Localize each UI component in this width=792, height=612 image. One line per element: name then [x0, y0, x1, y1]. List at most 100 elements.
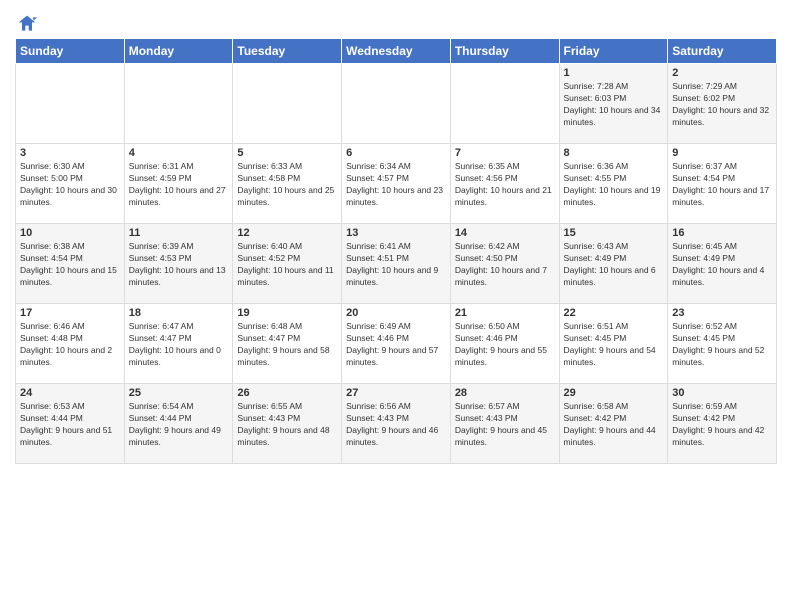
calendar-cell: 21Sunrise: 6:50 AM Sunset: 4:46 PM Dayli…: [450, 304, 559, 384]
logo-icon: [17, 14, 37, 34]
calendar-cell: 22 Sunrise: 6:51 AM Sunset: 4:45 PM Dayli…: [559, 304, 668, 384]
day-number: 1: [564, 67, 664, 79]
day-info: Sunrise: 6:49 AM Sunset: 4:46 PM Dayligh…: [346, 321, 446, 369]
calendar-cell: 13 Sunrise: 6:41 AM Sunset: 4:51 PM Dayli…: [342, 224, 451, 304]
calendar-cell: 10Sunrise: 6:38 AM Sunset: 4:54 PM Dayli…: [16, 224, 125, 304]
calendar-cell: 9Sunrise: 6:37 AM Sunset: 4:54 PM Daylig…: [668, 144, 777, 224]
day-number: 7: [455, 147, 555, 159]
header: [15, 10, 777, 34]
day-number: 18: [129, 307, 229, 319]
calendar-week-row: 24 Sunrise: 6:53 AM Sunset: 4:44 PM Dayli…: [16, 384, 777, 464]
day-info: Sunrise: 6:58 AM Sunset: 4:42 PM Dayligh…: [564, 401, 664, 449]
calendar-cell: 30 Sunrise: 6:59 AM Sunset: 4:42 PM Dayli…: [668, 384, 777, 464]
day-info: Sunrise: 7:28 AM Sunset: 6:03 PM Dayligh…: [564, 81, 664, 129]
calendar-week-row: 3 Sunrise: 6:30 AM Sunset: 5:00 PM Daylig…: [16, 144, 777, 224]
day-number: 16: [672, 227, 772, 239]
calendar-cell: 29 Sunrise: 6:58 AM Sunset: 4:42 PM Dayli…: [559, 384, 668, 464]
calendar-cell: 16 Sunrise: 6:45 AM Sunset: 4:49 PM Dayli…: [668, 224, 777, 304]
day-number: 25: [129, 387, 229, 399]
calendar-week-row: 17 Sunrise: 6:46 AM Sunset: 4:48 PM Dayli…: [16, 304, 777, 384]
logo: [15, 14, 37, 34]
weekday-header-cell: Sunday: [16, 39, 125, 64]
calendar-week-row: 1 Sunrise: 7:28 AM Sunset: 6:03 PM Daylig…: [16, 64, 777, 144]
calendar-cell: 7Sunrise: 6:35 AM Sunset: 4:56 PM Daylig…: [450, 144, 559, 224]
day-number: 12: [237, 227, 337, 239]
day-number: 19: [237, 307, 337, 319]
calendar-cell: [450, 64, 559, 144]
calendar-cell: 19 Sunrise: 6:48 AM Sunset: 4:47 PM Dayli…: [233, 304, 342, 384]
day-info: Sunrise: 6:57 AM Sunset: 4:43 PM Dayligh…: [455, 401, 555, 449]
day-number: 22: [564, 307, 664, 319]
day-number: 4: [129, 147, 229, 159]
calendar-body: 1 Sunrise: 7:28 AM Sunset: 6:03 PM Daylig…: [16, 64, 777, 464]
weekday-header-cell: Tuesday: [233, 39, 342, 64]
day-info: Sunrise: 6:36 AM Sunset: 4:55 PM Dayligh…: [564, 161, 664, 209]
day-number: 15: [564, 227, 664, 239]
day-number: 14: [455, 227, 555, 239]
calendar-cell: 15 Sunrise: 6:43 AM Sunset: 4:49 PM Dayli…: [559, 224, 668, 304]
day-number: 28: [455, 387, 555, 399]
day-info: Sunrise: 6:53 AM Sunset: 4:44 PM Dayligh…: [20, 401, 120, 449]
day-number: 24: [20, 387, 120, 399]
day-info: Sunrise: 6:46 AM Sunset: 4:48 PM Dayligh…: [20, 321, 120, 369]
weekday-header-cell: Saturday: [668, 39, 777, 64]
day-number: 27: [346, 387, 446, 399]
day-number: 11: [129, 227, 229, 239]
calendar-cell: 28 Sunrise: 6:57 AM Sunset: 4:43 PM Dayli…: [450, 384, 559, 464]
day-info: Sunrise: 7:29 AM Sunset: 6:02 PM Dayligh…: [672, 81, 772, 129]
weekday-header-row: SundayMondayTuesdayWednesdayThursdayFrid…: [16, 39, 777, 64]
calendar-cell: 6 Sunrise: 6:34 AM Sunset: 4:57 PM Daylig…: [342, 144, 451, 224]
weekday-header-cell: Monday: [124, 39, 233, 64]
calendar-cell: 11 Sunrise: 6:39 AM Sunset: 4:53 PM Dayli…: [124, 224, 233, 304]
weekday-header-cell: Wednesday: [342, 39, 451, 64]
calendar-cell: [16, 64, 125, 144]
day-info: Sunrise: 6:59 AM Sunset: 4:42 PM Dayligh…: [672, 401, 772, 449]
day-number: 26: [237, 387, 337, 399]
calendar-cell: 1 Sunrise: 7:28 AM Sunset: 6:03 PM Daylig…: [559, 64, 668, 144]
day-info: Sunrise: 6:37 AM Sunset: 4:54 PM Dayligh…: [672, 161, 772, 209]
weekday-header-cell: Thursday: [450, 39, 559, 64]
day-number: 13: [346, 227, 446, 239]
day-number: 30: [672, 387, 772, 399]
day-info: Sunrise: 6:48 AM Sunset: 4:47 PM Dayligh…: [237, 321, 337, 369]
calendar-cell: [342, 64, 451, 144]
day-info: Sunrise: 6:31 AM Sunset: 4:59 PM Dayligh…: [129, 161, 229, 209]
day-info: Sunrise: 6:47 AM Sunset: 4:47 PM Dayligh…: [129, 321, 229, 369]
calendar-cell: 27 Sunrise: 6:56 AM Sunset: 4:43 PM Dayli…: [342, 384, 451, 464]
calendar-cell: 18 Sunrise: 6:47 AM Sunset: 4:47 PM Dayli…: [124, 304, 233, 384]
day-info: Sunrise: 6:42 AM Sunset: 4:50 PM Dayligh…: [455, 241, 555, 289]
day-number: 6: [346, 147, 446, 159]
day-info: Sunrise: 6:45 AM Sunset: 4:49 PM Dayligh…: [672, 241, 772, 289]
calendar-cell: 12Sunrise: 6:40 AM Sunset: 4:52 PM Dayli…: [233, 224, 342, 304]
calendar-cell: 20Sunrise: 6:49 AM Sunset: 4:46 PM Dayli…: [342, 304, 451, 384]
calendar-week-row: 10Sunrise: 6:38 AM Sunset: 4:54 PM Dayli…: [16, 224, 777, 304]
weekday-header-cell: Friday: [559, 39, 668, 64]
day-number: 3: [20, 147, 120, 159]
day-info: Sunrise: 6:56 AM Sunset: 4:43 PM Dayligh…: [346, 401, 446, 449]
calendar-cell: [124, 64, 233, 144]
day-info: Sunrise: 6:41 AM Sunset: 4:51 PM Dayligh…: [346, 241, 446, 289]
calendar-cell: 26Sunrise: 6:55 AM Sunset: 4:43 PM Dayli…: [233, 384, 342, 464]
day-info: Sunrise: 6:52 AM Sunset: 4:45 PM Dayligh…: [672, 321, 772, 369]
day-info: Sunrise: 6:38 AM Sunset: 4:54 PM Dayligh…: [20, 241, 120, 289]
calendar-cell: 24 Sunrise: 6:53 AM Sunset: 4:44 PM Dayli…: [16, 384, 125, 464]
calendar-cell: 23 Sunrise: 6:52 AM Sunset: 4:45 PM Dayli…: [668, 304, 777, 384]
calendar-cell: 25Sunrise: 6:54 AM Sunset: 4:44 PM Dayli…: [124, 384, 233, 464]
day-number: 8: [564, 147, 664, 159]
day-info: Sunrise: 6:39 AM Sunset: 4:53 PM Dayligh…: [129, 241, 229, 289]
calendar-cell: 17 Sunrise: 6:46 AM Sunset: 4:48 PM Dayli…: [16, 304, 125, 384]
calendar-cell: 14 Sunrise: 6:42 AM Sunset: 4:50 PM Dayli…: [450, 224, 559, 304]
day-info: Sunrise: 6:34 AM Sunset: 4:57 PM Dayligh…: [346, 161, 446, 209]
day-number: 23: [672, 307, 772, 319]
calendar-cell: 8 Sunrise: 6:36 AM Sunset: 4:55 PM Daylig…: [559, 144, 668, 224]
calendar-cell: 5Sunrise: 6:33 AM Sunset: 4:58 PM Daylig…: [233, 144, 342, 224]
day-number: 29: [564, 387, 664, 399]
day-number: 21: [455, 307, 555, 319]
day-info: Sunrise: 6:33 AM Sunset: 4:58 PM Dayligh…: [237, 161, 337, 209]
calendar-cell: 2Sunrise: 7:29 AM Sunset: 6:02 PM Daylig…: [668, 64, 777, 144]
day-number: 17: [20, 307, 120, 319]
day-info: Sunrise: 6:43 AM Sunset: 4:49 PM Dayligh…: [564, 241, 664, 289]
day-info: Sunrise: 6:51 AM Sunset: 4:45 PM Dayligh…: [564, 321, 664, 369]
day-info: Sunrise: 6:30 AM Sunset: 5:00 PM Dayligh…: [20, 161, 120, 209]
calendar-table: SundayMondayTuesdayWednesdayThursdayFrid…: [15, 38, 777, 464]
